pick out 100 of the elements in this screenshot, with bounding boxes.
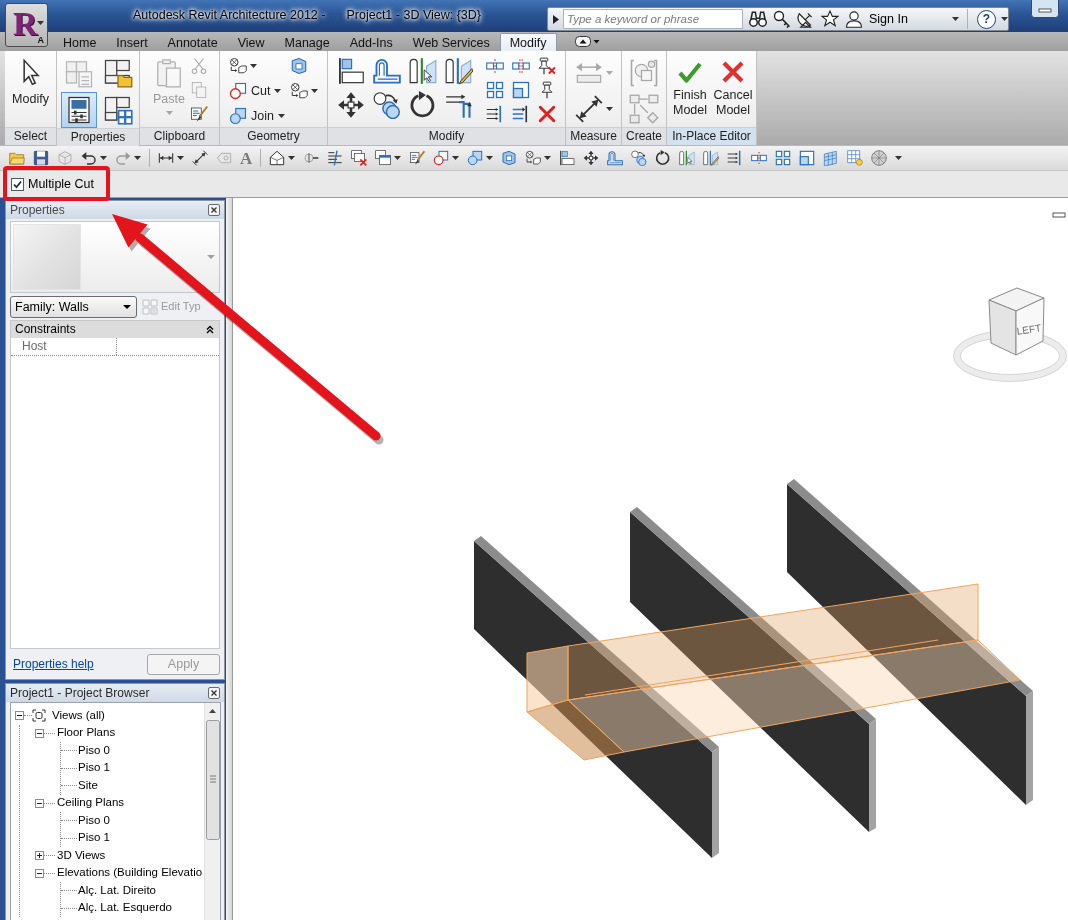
caret-icon[interactable] — [37, 21, 44, 25]
scale-icon[interactable] — [512, 81, 530, 99]
split-gap-icon[interactable] — [512, 57, 530, 75]
caret-icon[interactable] — [952, 17, 959, 21]
tree-item[interactable]: Alç. Lat. Direito — [78, 883, 156, 898]
array-grid-icon[interactable] — [486, 81, 504, 99]
caret-icon[interactable] — [288, 156, 296, 160]
close-icon[interactable] — [208, 204, 220, 216]
binoculars-icon[interactable] — [749, 10, 767, 28]
tree-toggle[interactable] — [35, 798, 44, 808]
sphere-icon[interactable] — [871, 150, 888, 166]
caret-icon[interactable] — [394, 156, 402, 160]
sliders-sheet-icon[interactable] — [60, 92, 97, 128]
rotate-arrow-icon[interactable] — [655, 150, 672, 166]
help-button[interactable]: ? — [977, 9, 996, 29]
modify-button[interactable]: Modify — [10, 55, 51, 107]
paintbrush-icon[interactable] — [190, 105, 208, 123]
caret-icon[interactable] — [177, 156, 184, 160]
join-button[interactable]: Join — [229, 105, 287, 127]
tree-toggle[interactable] — [35, 851, 44, 861]
tree-item[interactable]: Floor Plans — [57, 726, 116, 741]
trim-lines-icon[interactable] — [486, 105, 504, 123]
rotate-arrow-icon[interactable] — [409, 91, 437, 119]
offset-icon[interactable] — [607, 150, 624, 166]
ribbon-tab[interactable]: Add-Ins — [339, 33, 403, 51]
key-icon[interactable] — [773, 10, 791, 28]
tree-item[interactable]: Site — [78, 778, 98, 793]
cut-button[interactable]: Cut — [229, 80, 284, 102]
type-selector[interactable] — [10, 221, 220, 293]
satellite-dish-icon[interactable] — [797, 10, 815, 28]
scroll-up-icon[interactable] — [209, 709, 216, 713]
ribbon-tab[interactable]: Annotate — [157, 33, 228, 51]
grid-bulb-icon[interactable] — [847, 150, 864, 166]
circle-square-icon[interactable] — [433, 150, 450, 166]
caret-icon[interactable] — [274, 89, 282, 93]
ribbon-tab[interactable]: Modify — [499, 33, 557, 51]
tree-item[interactable]: Piso 0 — [78, 813, 110, 828]
close-icon[interactable] — [208, 687, 220, 699]
tree-item[interactable]: Alç. Lat. Esquerdo — [78, 901, 172, 916]
align-icon[interactable] — [559, 150, 576, 166]
tree-item[interactable]: Piso 1 — [78, 831, 110, 846]
circle-cube-icon[interactable] — [525, 150, 542, 166]
delete-icon[interactable] — [538, 105, 556, 123]
trim-line-icon[interactable] — [512, 105, 530, 123]
undo-arrow-icon[interactable] — [81, 150, 97, 166]
copy-circles-icon[interactable] — [373, 91, 401, 119]
caret-icon[interactable] — [1001, 17, 1008, 21]
tree-toggle[interactable] — [35, 868, 44, 878]
property-group-header[interactable]: Constraints — [11, 321, 219, 338]
tree-item[interactable]: Ceiling Plans — [57, 796, 125, 811]
tree-item[interactable]: Elevations (Building Elevatio — [57, 866, 203, 881]
caret-icon[interactable] — [250, 64, 258, 68]
dimension-icon[interactable] — [574, 95, 603, 123]
caret-icon[interactable] — [605, 107, 613, 111]
scale-icon[interactable] — [799, 150, 816, 166]
scrollbar-thumb[interactable] — [205, 720, 220, 840]
split-icon[interactable] — [486, 57, 504, 75]
house-icon[interactable] — [269, 150, 286, 166]
hexagon-icon[interactable] — [501, 150, 518, 166]
close-windows-icon[interactable] — [351, 150, 368, 166]
pin-icon[interactable] — [538, 81, 556, 99]
wall-grid-icon[interactable] — [823, 150, 840, 166]
section-icon[interactable] — [303, 150, 320, 166]
user-icon[interactable] — [845, 10, 863, 28]
ribbon-tab[interactable]: Web Services — [402, 33, 500, 51]
caret-icon[interactable] — [277, 114, 285, 118]
diagonal-dimension-icon[interactable] — [192, 150, 208, 166]
unpin-icon[interactable] — [538, 57, 556, 75]
tree-item[interactable]: 3D Views — [57, 848, 106, 863]
finish-model-button[interactable]: Finish Model — [669, 55, 711, 118]
caret-icon[interactable] — [134, 156, 141, 160]
tree-toggle[interactable] — [15, 711, 24, 721]
caret-icon[interactable] — [452, 156, 460, 160]
tree-toggle[interactable] — [35, 728, 44, 738]
tree-item[interactable]: Piso 1 — [78, 761, 110, 776]
expand-arrow-icon[interactable] — [553, 14, 559, 24]
hexagon-icon[interactable] — [289, 57, 308, 75]
mirror-pencil-icon[interactable] — [445, 57, 473, 85]
caret-icon[interactable] — [310, 89, 318, 93]
offset-icon[interactable] — [373, 57, 401, 85]
cancel-model-button[interactable]: Cancel Model — [712, 55, 754, 118]
collapse-icon[interactable] — [206, 325, 214, 334]
move-arrows-icon[interactable] — [337, 91, 365, 119]
search-field[interactable]: Type a keyword or phrase — [563, 9, 743, 29]
ribbon-tab[interactable]: Home — [53, 33, 107, 51]
caret-icon[interactable] — [100, 156, 107, 160]
paintbrush-icon[interactable] — [409, 150, 426, 166]
tree-item[interactable]: Views (all) — [52, 708, 105, 723]
star-icon[interactable] — [821, 10, 839, 28]
ribbon-tab[interactable]: Manage — [274, 33, 340, 51]
mirror-icon[interactable] — [409, 57, 437, 85]
ribbon-tab[interactable]: View — [227, 33, 275, 51]
caret-icon[interactable] — [544, 156, 552, 160]
circle-cube-icon[interactable] — [289, 82, 308, 100]
caret-icon[interactable] — [486, 156, 494, 160]
sign-in-button[interactable]: Sign In — [867, 9, 965, 29]
checkbox[interactable] — [11, 177, 24, 191]
minimize-icon[interactable] — [1052, 212, 1066, 218]
circle-cube-icon[interactable] — [229, 57, 248, 75]
folder-icon[interactable] — [9, 150, 25, 166]
